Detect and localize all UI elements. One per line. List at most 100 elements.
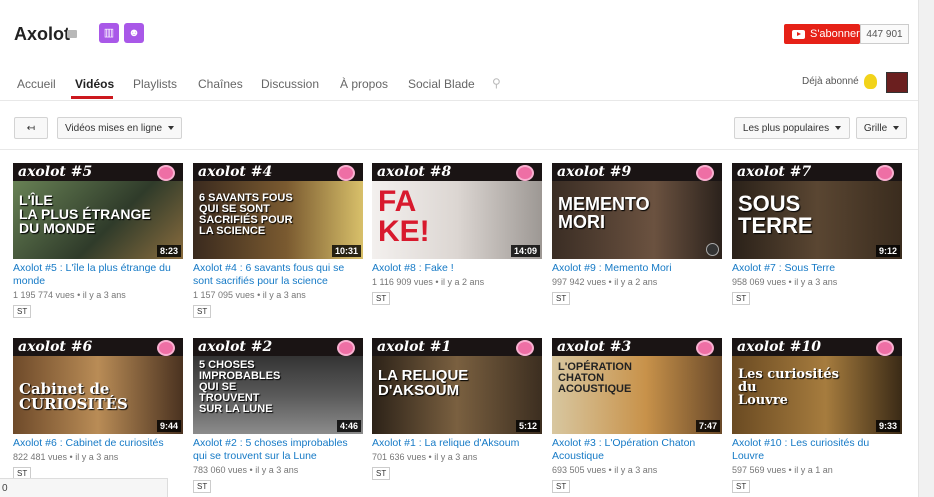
video-card[interactable]: axolot #7 SOUS TERRE 9:12 Axolot #7 : So… <box>732 163 902 306</box>
video-duration: 10:31 <box>331 245 361 257</box>
video-thumbnail[interactable]: axolot #2 5 CHOSES IMPROBABLES QUI SE TR… <box>193 338 363 434</box>
video-thumbnail[interactable]: axolot #8 FA KE! 14:09 <box>372 163 542 259</box>
video-title[interactable]: Axolot #1 : La relique d'Aksoum <box>372 437 542 450</box>
axolot-mascot-icon <box>157 340 175 356</box>
divider <box>0 100 918 101</box>
subscriber-count: 447 901 <box>860 24 909 44</box>
video-duration: 14:09 <box>510 245 540 257</box>
video-title[interactable]: Axolot #10 : Les curiosités du Louvre <box>732 437 902 463</box>
avatar[interactable] <box>886 72 908 93</box>
video-meta: 783 060 vues • il y a 3 ans <box>193 465 299 475</box>
video-thumbnail[interactable]: axolot #7 SOUS TERRE 9:12 <box>732 163 902 259</box>
chevron-down-icon <box>835 126 842 130</box>
axolot-mascot-icon <box>696 340 714 356</box>
axolot-mascot-icon <box>337 340 355 356</box>
axolot-mascot-icon <box>876 340 894 356</box>
channel-page: Axolot ▥ ☻ S'abonner 447 901 Accueil Vid… <box>0 0 918 497</box>
video-duration: 4:46 <box>336 420 361 432</box>
video-duration: 9:33 <box>875 420 900 432</box>
mascot-icon[interactable]: ☻ <box>124 23 144 43</box>
video-thumbnail[interactable]: axolot #6 Cabinet de CURIOSITÉS 9:44 <box>13 338 183 434</box>
video-title[interactable]: Axolot #7 : Sous Terre <box>732 262 902 275</box>
already-subscribed-label: Déjà abonné <box>802 76 859 87</box>
bulb-icon[interactable] <box>864 74 877 89</box>
video-card[interactable]: axolot #1 LA RELIQUE D'AKSOUM 5:12 Axolo… <box>372 338 542 481</box>
video-card[interactable]: axolot #10 Les curiosités du Louvre 9:33… <box>732 338 902 494</box>
video-card[interactable]: axolot #9 MEMENTO MORI Axolot #9 : Memen… <box>552 163 722 306</box>
video-duration: 8:23 <box>156 245 181 257</box>
video-duration: 9:12 <box>875 245 900 257</box>
subtitles-badge: ST <box>372 467 391 480</box>
verified-icon <box>67 30 77 38</box>
page-scrollbar[interactable] <box>918 0 934 497</box>
video-meta: 997 942 vues • il y a 2 ans <box>552 277 658 287</box>
tab-playlists[interactable]: Playlists <box>133 77 177 91</box>
search-icon[interactable]: ⚲ <box>492 76 501 90</box>
uploaded-videos-dropdown[interactable]: Vidéos mises en ligne <box>57 117 182 139</box>
video-thumbnail[interactable]: axolot #1 LA RELIQUE D'AKSOUM 5:12 <box>372 338 542 434</box>
video-meta: 693 505 vues • il y a 3 ans <box>552 465 658 475</box>
subtitles-badge: ST <box>732 480 751 493</box>
watch-later-icon[interactable] <box>706 243 719 256</box>
video-card[interactable]: axolot #3 L'OPÉRATION CHATON ACOUSTIQUE … <box>552 338 722 494</box>
video-thumbnail[interactable]: axolot #10 Les curiosités du Louvre 9:33 <box>732 338 902 434</box>
subtitles-badge: ST <box>552 480 571 493</box>
video-duration: 7:47 <box>695 420 720 432</box>
subtitles-badge: ST <box>13 305 32 318</box>
axolot-mascot-icon <box>696 165 714 181</box>
video-thumbnail[interactable]: axolot #9 MEMENTO MORI <box>552 163 722 259</box>
divider <box>0 149 918 150</box>
tab-social-blade[interactable]: Social Blade <box>408 77 475 91</box>
subtitles-badge: ST <box>552 292 571 305</box>
video-thumbnail[interactable]: axolot #4 6 SAVANTS FOUS QUI SE SONT SAC… <box>193 163 363 259</box>
tab-accueil[interactable]: Accueil <box>17 77 56 91</box>
active-tab-indicator <box>71 96 113 99</box>
video-thumbnail[interactable]: axolot #5 L'ÎLE LA PLUS ÉTRANGE DU MONDE… <box>13 163 183 259</box>
video-meta: 701 636 vues • il y a 3 ans <box>372 452 478 462</box>
axolot-mascot-icon <box>516 165 534 181</box>
video-card[interactable]: axolot #4 6 SAVANTS FOUS QUI SE SONT SAC… <box>193 163 363 319</box>
subtitles-badge: ST <box>193 305 212 318</box>
status-bar: 0 <box>0 478 168 497</box>
axolot-mascot-icon <box>157 165 175 181</box>
video-title[interactable]: Axolot #2 : 5 choses improbables qui se … <box>193 437 363 463</box>
video-thumbnail[interactable]: axolot #3 L'OPÉRATION CHATON ACOUSTIQUE … <box>552 338 722 434</box>
video-card[interactable]: axolot #5 L'ÎLE LA PLUS ÉTRANGE DU MONDE… <box>13 163 183 319</box>
tab-videos[interactable]: Vidéos <box>75 77 114 91</box>
video-title[interactable]: Axolot #9 : Memento Mori <box>552 262 722 275</box>
video-meta: 822 481 vues • il y a 3 ans <box>13 452 119 462</box>
tab-discussion[interactable]: Discussion <box>261 77 319 91</box>
subscribe-button[interactable]: S'abonner <box>784 24 860 44</box>
video-title[interactable]: Axolot #4 : 6 savants fous qui se sont s… <box>193 262 363 288</box>
axolot-mascot-icon <box>337 165 355 181</box>
chart-icon[interactable]: ▥ <box>99 23 119 43</box>
subtitles-badge: ST <box>193 480 212 493</box>
video-title[interactable]: Axolot #8 : Fake ! <box>372 262 542 275</box>
tab-a-propos[interactable]: À propos <box>340 77 388 91</box>
video-meta: 1 116 909 vues • il y a 2 ans <box>372 277 485 287</box>
video-card[interactable]: axolot #6 Cabinet de CURIOSITÉS 9:44 Axo… <box>13 338 183 481</box>
subtitles-badge: ST <box>732 292 751 305</box>
back-arrow-icon: ↤ <box>26 122 36 134</box>
axolot-mascot-icon <box>876 165 894 181</box>
chevron-down-icon <box>168 126 175 130</box>
video-title[interactable]: Axolot #3 : L'Opération Chaton Acoustiqu… <box>552 437 722 463</box>
youtube-icon <box>792 29 805 39</box>
video-card[interactable]: axolot #2 5 CHOSES IMPROBABLES QUI SE TR… <box>193 338 363 494</box>
video-title[interactable]: Axolot #6 : Cabinet de curiosités <box>13 437 183 450</box>
video-meta: 1 195 774 vues • il y a 3 ans <box>13 290 126 300</box>
video-meta: 597 569 vues • il y a 1 an <box>732 465 833 475</box>
video-card[interactable]: axolot #8 FA KE! 14:09 Axolot #8 : Fake … <box>372 163 542 306</box>
subtitles-badge: ST <box>372 292 391 305</box>
video-duration: 5:12 <box>515 420 540 432</box>
axolot-mascot-icon <box>516 340 534 356</box>
sort-dropdown[interactable]: Les plus populaires <box>734 117 850 139</box>
video-title[interactable]: Axolot #5 : L'île la plus étrange du mon… <box>13 262 183 288</box>
view-dropdown[interactable]: Grille <box>856 117 907 139</box>
channel-name[interactable]: Axolot <box>14 24 70 45</box>
video-meta: 1 157 095 vues • il y a 3 ans <box>193 290 306 300</box>
chevron-down-icon <box>893 126 900 130</box>
video-meta: 958 069 vues • il y a 3 ans <box>732 277 838 287</box>
tab-chaines[interactable]: Chaînes <box>198 77 243 91</box>
back-button[interactable]: ↤ <box>14 117 48 139</box>
